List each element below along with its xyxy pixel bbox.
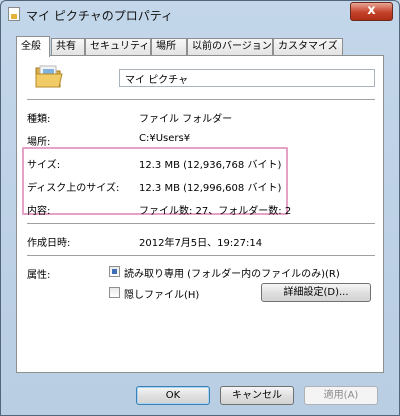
window-title: マイ ピクチャのプロパティ: [26, 9, 173, 23]
hidden-checkbox[interactable]: [109, 287, 120, 298]
size-value: 12.3 MB (12,936,768 バイト): [139, 160, 282, 171]
readonly-checkbox[interactable]: [109, 266, 120, 277]
created-label: 作成日時:: [27, 238, 71, 249]
separator: [27, 99, 375, 100]
attributes-label: 属性:: [27, 270, 51, 281]
separator: [27, 223, 375, 224]
document-icon: [8, 7, 20, 21]
hidden-label: 隠しファイル(H): [124, 290, 200, 301]
ok-button[interactable]: OK: [136, 386, 210, 405]
tab-sharing[interactable]: 共有: [51, 38, 85, 55]
tab-customize[interactable]: カスタマイズ: [273, 38, 343, 55]
cancel-button[interactable]: キャンセル: [220, 386, 294, 405]
contents-label: 内容:: [27, 206, 51, 217]
tab-previous-versions[interactable]: 以前のバージョン: [187, 38, 273, 55]
apply-button[interactable]: 適用(A): [304, 386, 378, 405]
tab-general[interactable]: 全般: [16, 36, 50, 57]
tab-security[interactable]: セキュリティ: [85, 38, 151, 55]
readonly-label: 読み取り専用 (フォルダー内のファイルのみ)(R): [124, 269, 340, 280]
size-on-disk-value: 12.3 MB (12,996,608 バイト): [139, 183, 282, 194]
size-on-disk-label: ディスク上のサイズ:: [27, 183, 120, 194]
location-label: 場所:: [27, 137, 51, 148]
created-value: 2012年7月5日、19:27:14: [139, 238, 263, 249]
folder-icon: [35, 65, 63, 88]
advanced-button[interactable]: 詳細設定(D)...: [261, 283, 371, 302]
location-value: C:¥Users¥: [139, 133, 191, 144]
tab-location[interactable]: 場所: [151, 38, 187, 55]
close-button[interactable]: x: [350, 2, 393, 21]
size-label: サイズ:: [27, 160, 61, 171]
type-value: ファイル フォルダー: [139, 114, 233, 125]
general-tab-panel: 種類: ファイル フォルダー 場所: C:¥Users¥ サイズ: 12.3 M…: [16, 55, 384, 373]
separator: [27, 255, 375, 256]
folder-name-input[interactable]: [119, 69, 375, 87]
type-label: 種類:: [27, 114, 51, 125]
properties-dialog: マイ ピクチャのプロパティ x 全般 共有 セキュリティ 場所 以前のバージョン…: [0, 0, 400, 416]
title-bar[interactable]: マイ ピクチャのプロパティ x: [1, 1, 399, 29]
contents-value: ファイル数: 27、フォルダー数: 2: [139, 206, 292, 217]
